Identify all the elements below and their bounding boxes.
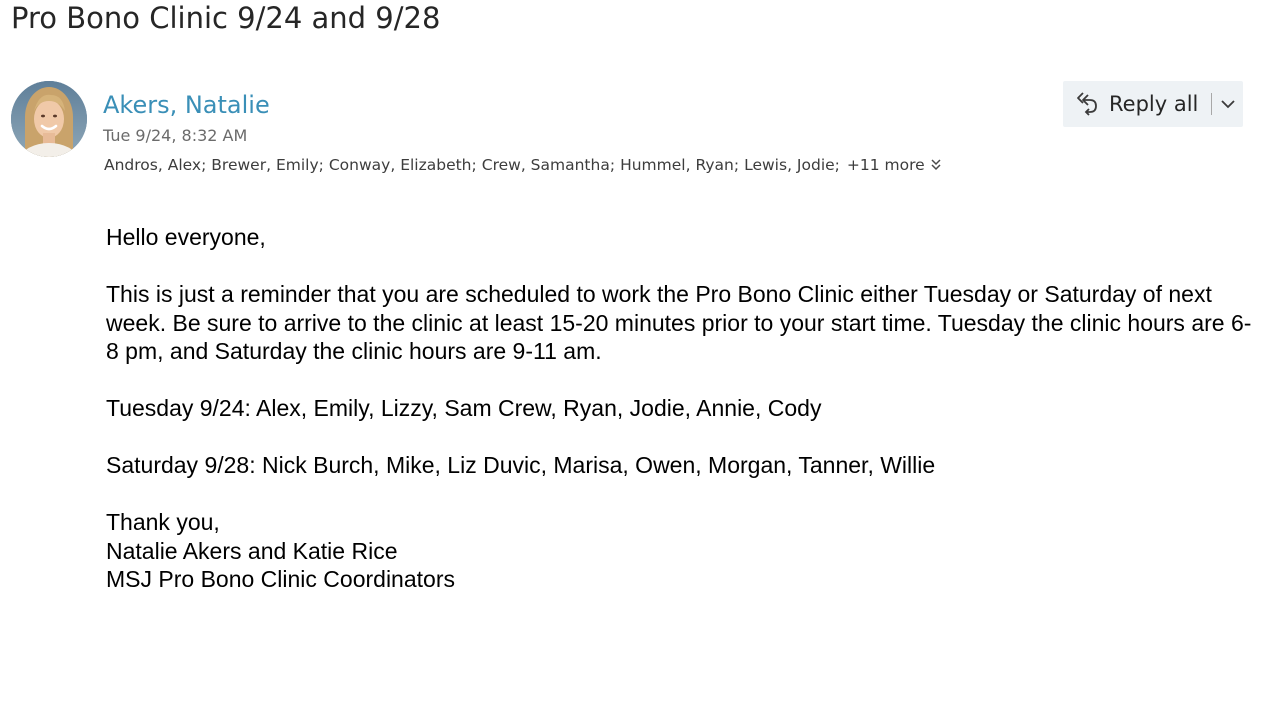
body-closing: Thank you, <box>106 509 220 535</box>
body-signature: Thank you, Natalie Akers and Katie Rice … <box>106 508 1256 594</box>
body-paragraph: This is just a reminder that you are sch… <box>106 281 1252 364</box>
email-body: Hello everyone, This is just a reminder … <box>106 223 1256 594</box>
recipient-item[interactable]: Lewis, Jodie <box>744 154 835 176</box>
recipient-separator: ; <box>834 156 840 174</box>
reply-all-label: Reply all <box>1109 92 1199 116</box>
recipient-item[interactable]: Conway, Elizabeth <box>329 154 472 176</box>
double-chevron-down-icon <box>931 159 941 171</box>
chevron-down-icon <box>1221 100 1235 109</box>
signature-title: MSJ Pro Bono Clinic Coordinators <box>106 566 455 592</box>
reply-all-split-button: Reply all <box>1063 81 1243 127</box>
avatar[interactable] <box>11 81 87 157</box>
avatar-photo <box>11 81 87 157</box>
recipient-item[interactable]: Crew, Samantha <box>482 154 610 176</box>
recipient-separator: ; <box>318 156 324 174</box>
signature-names: Natalie Akers and Katie Rice <box>106 537 398 564</box>
recipient-item[interactable]: Hummel, Ryan <box>620 154 734 176</box>
recipient-item[interactable]: Brewer, Emily <box>211 154 318 176</box>
sender-name[interactable]: Akers, Natalie <box>103 89 270 121</box>
recipient-item[interactable]: Andros, Alex <box>104 154 201 176</box>
reply-all-icon <box>1077 92 1097 116</box>
recipient-list: Andros, Alex; Brewer, Emily; Conway, Eli… <box>104 154 942 176</box>
recipient-separator: ; <box>733 156 740 174</box>
body-saturday-schedule: Saturday 9/28: Nick Burch, Mike, Liz Duv… <box>106 452 936 478</box>
recipient-separator: ; <box>471 156 477 174</box>
reply-all-button[interactable]: Reply all <box>1063 81 1198 127</box>
sent-date: Tue 9/24, 8:32 AM <box>103 126 248 145</box>
more-recipients-label: +11 more <box>846 156 925 174</box>
recipient-separator: ; <box>609 156 616 174</box>
recipient-separator: ; <box>201 156 207 174</box>
body-greeting: Hello everyone, <box>106 224 266 250</box>
more-recipients-button[interactable]: +11 more <box>847 154 942 176</box>
reply-options-dropdown[interactable] <box>1212 81 1243 127</box>
body-tuesday-schedule: Tuesday 9/24: Alex, Emily, Lizzy, Sam Cr… <box>106 395 822 421</box>
email-subject: Pro Bono Clinic 9/24 and 9/28 <box>11 1 441 35</box>
